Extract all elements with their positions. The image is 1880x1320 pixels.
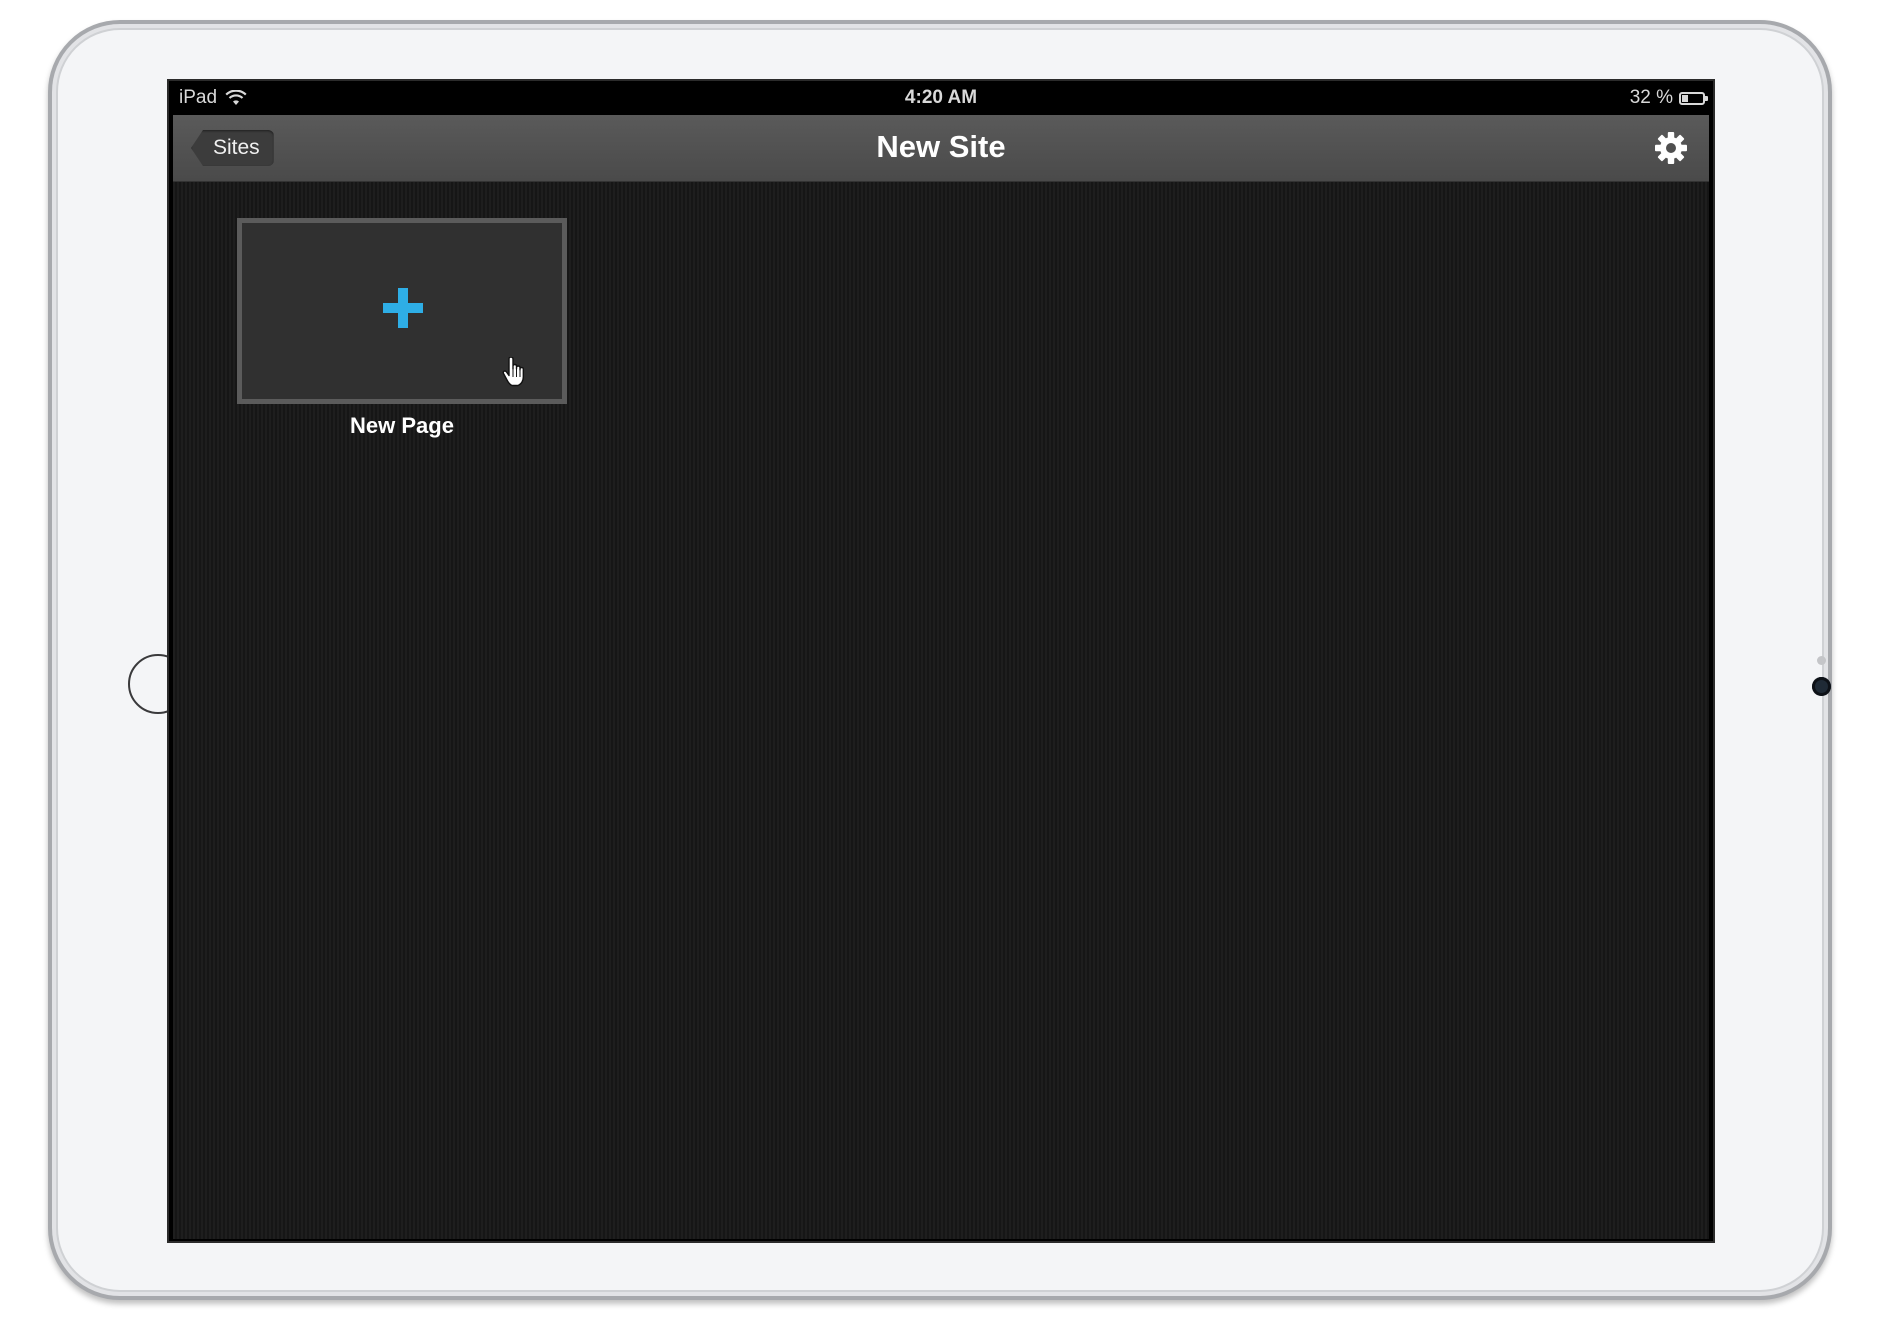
screen: iPad 4:20 AM 32 % Sites New Site New Pag… xyxy=(169,81,1713,1241)
gear-icon[interactable] xyxy=(1653,130,1689,166)
front-camera xyxy=(1812,677,1831,696)
light-sensor xyxy=(1817,656,1826,665)
status-right: 32 % xyxy=(1629,87,1708,109)
page-title: New Site xyxy=(876,129,1006,164)
status-bar: iPad 4:20 AM 32 % xyxy=(169,81,1713,115)
battery-icon xyxy=(1679,91,1708,105)
status-time: 4:20 AM xyxy=(904,87,978,108)
plus-icon xyxy=(383,288,423,328)
new-page-label: New Page xyxy=(350,413,454,438)
navigation-bar: Sites New Site xyxy=(173,115,1709,182)
pages-grid: New Page xyxy=(173,182,1709,1239)
battery-level xyxy=(1682,94,1688,102)
new-page-tile[interactable] xyxy=(237,218,567,404)
battery-percent: 32 % xyxy=(1629,87,1673,108)
hand-cursor-icon xyxy=(502,357,524,387)
